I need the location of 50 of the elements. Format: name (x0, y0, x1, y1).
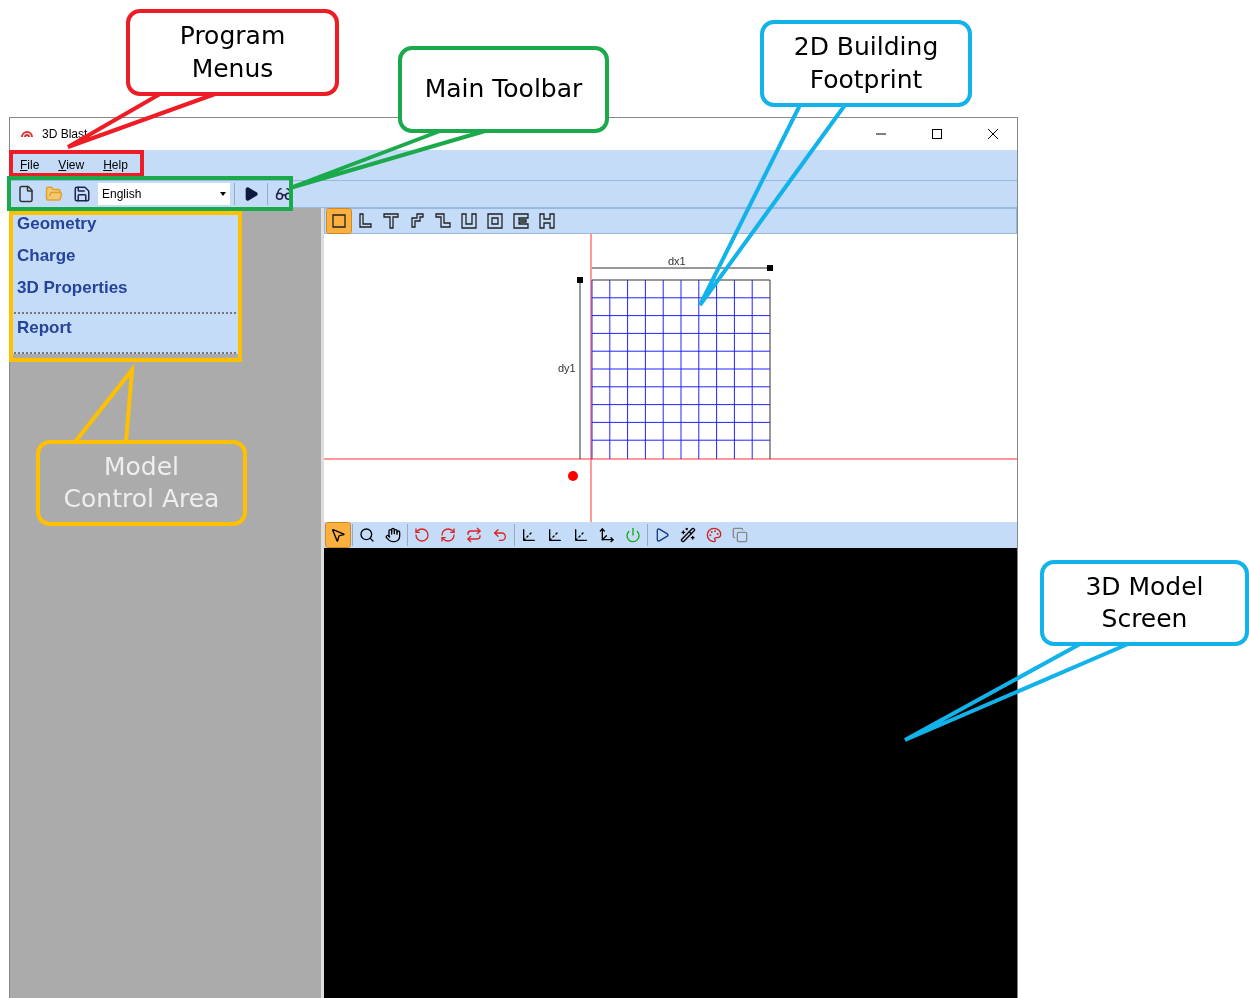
view-tool-icon (492, 527, 508, 543)
shape-outline-icon (460, 212, 478, 230)
view-tool-icon (599, 527, 615, 543)
shape-outline-icon (512, 212, 530, 230)
shape-outline-icon (382, 212, 400, 230)
shape-outline-icon (356, 212, 374, 230)
shape-outline-icon (408, 212, 426, 230)
shape-outline-icon (538, 212, 556, 230)
callout-text: 2D Building Footprint (793, 31, 939, 96)
view-tool-icon (680, 527, 696, 543)
menu-item[interactable]: Help (103, 158, 128, 172)
callout-text: 3D Model Screen (1085, 570, 1204, 635)
view-tool-icon (706, 527, 722, 543)
view-tool-icon (385, 527, 401, 543)
menu-item[interactable]: View (58, 158, 85, 172)
view-tool-icon (654, 527, 670, 543)
callout-text: Model Control Area (63, 450, 220, 515)
dropdown-caret-icon (220, 192, 226, 196)
origin-dot (568, 471, 578, 481)
shape-tool-button[interactable] (327, 209, 351, 233)
sidebar-item[interactable]: Charge (10, 242, 83, 274)
sidebar-item[interactable]: 3D Properties (10, 274, 135, 306)
menu-item[interactable]: File (20, 158, 40, 172)
shape-outline-icon (486, 212, 504, 230)
play-icon (243, 186, 259, 202)
file-icon (17, 185, 35, 203)
view-tool-button[interactable] (326, 523, 350, 547)
dimension-label: dx1 (668, 255, 686, 267)
shape-outline-icon (434, 212, 452, 230)
view-tool-icon (414, 527, 430, 543)
view-tool-icon (466, 527, 482, 543)
view-tool-icon (625, 527, 641, 543)
shape-outline-icon (330, 212, 348, 230)
view-tool-icon (330, 527, 346, 543)
view-tool-icon (359, 527, 375, 543)
app-logo-icon (20, 129, 34, 139)
sidebar-item[interactable]: Geometry (10, 210, 104, 242)
maximize-icon (931, 128, 943, 140)
close-icon (987, 128, 999, 140)
view-tool-icon (573, 527, 589, 543)
sidebar-item[interactable]: Report (10, 314, 79, 346)
language-dropdown[interactable]: English (98, 183, 230, 205)
callout-text: Main Toolbar (424, 73, 583, 106)
view-tool-icon (521, 527, 537, 543)
view-tool-icon (732, 527, 748, 543)
folder-icon (45, 185, 63, 203)
callout-text: Program Menus (179, 20, 286, 85)
view-tool-icon (440, 527, 456, 543)
view-tool-icon (547, 527, 563, 543)
dimension-label: dy1 (558, 362, 576, 374)
